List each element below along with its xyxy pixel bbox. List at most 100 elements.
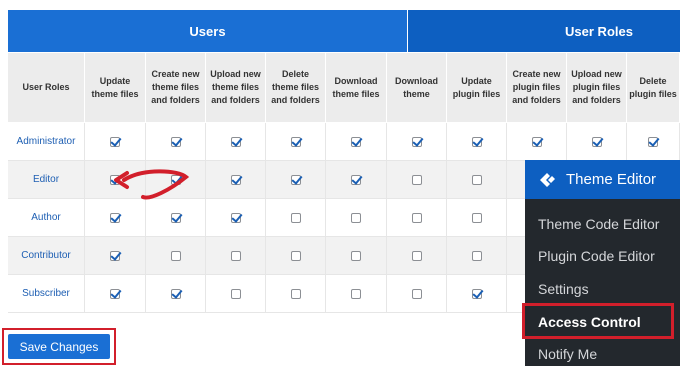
permission-cell [266,275,326,313]
permission-checkbox[interactable] [110,136,120,147]
menu-item-notify-me[interactable]: Notify Me [538,346,597,362]
permission-cell [387,275,447,313]
permission-checkbox[interactable] [351,288,361,299]
permission-checkbox[interactable] [230,212,241,223]
permission-checkbox[interactable] [648,136,658,147]
column-header: Update theme files [85,53,146,122]
permission-cell [85,275,146,313]
permission-cell [206,161,266,199]
permission-checkbox[interactable] [531,136,542,147]
permission-cell [447,161,507,199]
role-cell: Author [8,199,85,237]
permission-checkbox[interactable] [110,212,120,223]
permission-checkbox[interactable] [471,136,482,147]
column-header: Delete plugin files [627,53,680,122]
permission-checkbox[interactable] [230,250,241,261]
permission-cell [627,123,680,161]
column-header: Delete theme files and folders [266,53,326,122]
role-name: Editor [32,174,60,185]
role-cell: Editor [8,161,85,199]
permission-checkbox[interactable] [290,288,301,299]
permission-cell [447,275,507,313]
menu-title: Theme Editor [566,171,657,188]
permission-checkbox[interactable] [170,212,181,223]
permission-cell [447,199,507,237]
permission-checkbox[interactable] [170,288,181,299]
permission-checkbox[interactable] [351,250,361,261]
column-header: Upload new plugin files and folders [567,53,627,122]
permission-checkbox[interactable] [411,250,422,261]
permission-checkbox[interactable] [230,288,241,299]
menu-item-plugin-code-editor[interactable]: Plugin Code Editor [538,248,655,264]
role-cell: Administrator [8,123,85,161]
menu-item-theme-code-editor[interactable]: Theme Code Editor [538,216,659,232]
permission-cell [146,237,206,275]
save-highlight: Save Changes [2,328,116,365]
tab-user-roles[interactable]: User Roles [408,10,680,52]
permission-checkbox[interactable] [591,136,602,147]
role-name: Administrator [16,136,76,147]
theme-editor-logo-icon [540,172,555,187]
permission-cell [206,199,266,237]
permission-cell [146,275,206,313]
permission-cell [387,237,447,275]
column-header: Upload new theme files and folders [206,53,266,122]
tab-users[interactable]: Users [8,10,407,52]
role-name: Contributor [21,250,71,261]
access-control-highlight [522,303,674,339]
column-header: Update plugin files [447,53,507,122]
permission-cell [266,199,326,237]
permission-checkbox[interactable] [471,174,482,185]
permission-checkbox[interactable] [110,250,120,261]
permission-checkbox[interactable] [411,288,422,299]
permission-cell [567,123,627,161]
column-header: User Roles [8,53,85,122]
role-cell: Subscriber [8,275,85,313]
permission-checkbox[interactable] [230,136,241,147]
permission-checkbox[interactable] [170,136,181,147]
permission-cell [266,161,326,199]
permission-checkbox[interactable] [230,174,241,185]
role-name: Subscriber [22,288,70,299]
permission-checkbox[interactable] [290,250,301,261]
permission-checkbox[interactable] [411,174,422,185]
permission-cell [206,123,266,161]
permission-checkbox[interactable] [351,174,361,185]
save-changes-button[interactable]: Save Changes [8,334,110,359]
permission-cell [387,199,447,237]
permission-cell [326,123,387,161]
permission-checkbox[interactable] [471,250,482,261]
permission-checkbox[interactable] [110,288,120,299]
permission-cell [326,237,387,275]
permission-cell [146,123,206,161]
permission-cell [206,237,266,275]
table-row: Administrator [8,123,680,161]
menu-header[interactable]: Theme Editor [525,160,680,199]
permission-checkbox[interactable] [290,212,301,223]
permission-checkbox[interactable] [471,212,482,223]
column-header: Download theme [387,53,447,122]
menu-item-settings[interactable]: Settings [538,281,589,297]
permission-checkbox[interactable] [351,136,361,147]
permission-cell [447,237,507,275]
column-header: Download theme files [326,53,387,122]
permission-cell [447,123,507,161]
tab-bar: Users User Roles [8,10,680,52]
permission-cell [326,275,387,313]
permission-cell [85,237,146,275]
permission-checkbox[interactable] [411,212,422,223]
permission-checkbox[interactable] [411,136,422,147]
permission-checkbox[interactable] [351,212,361,223]
role-name: Author [31,212,61,223]
permission-cell [266,237,326,275]
role-cell: Contributor [8,237,85,275]
permission-checkbox[interactable] [290,136,301,147]
permission-cell [387,123,447,161]
permission-checkbox[interactable] [170,250,181,261]
permission-cell [266,123,326,161]
permission-checkbox[interactable] [471,288,482,299]
permission-cell [326,199,387,237]
permission-checkbox[interactable] [290,174,301,185]
annotation-arrow-icon [114,169,190,200]
permission-cell [206,275,266,313]
